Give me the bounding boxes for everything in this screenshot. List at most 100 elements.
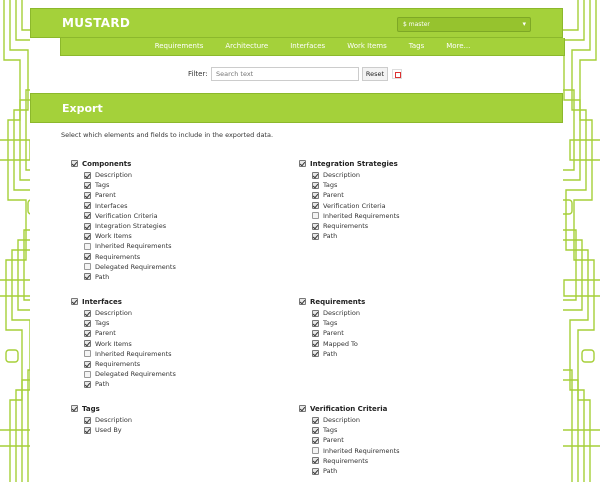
field-checkbox-verification-criteria[interactable]	[84, 212, 91, 220]
field-checkbox-tags[interactable]	[312, 426, 319, 434]
field-checkbox-description[interactable]	[84, 309, 91, 317]
field-row: Verification Criteria	[312, 201, 400, 211]
field-label: Path	[95, 272, 110, 281]
nav-architecture[interactable]: Architecture	[214, 38, 279, 55]
field-checkbox-path[interactable]	[84, 273, 91, 281]
group-header: Tags	[71, 403, 132, 414]
field-label: Verification Criteria	[323, 201, 386, 210]
field-checkbox-inherited-requirements[interactable]	[312, 447, 319, 455]
field-row: Used By	[84, 425, 132, 435]
field-row: Parent	[312, 190, 400, 200]
chevron-down-icon: ▾	[522, 20, 526, 28]
branch-select[interactable]: $ master ▾	[397, 17, 531, 32]
reset-button[interactable]: Reset	[362, 67, 388, 81]
field-row: Path	[84, 272, 176, 282]
field-row: Path	[312, 231, 400, 241]
group-checkbox-tags[interactable]	[71, 405, 78, 412]
field-checkbox-inherited-requirements[interactable]	[84, 242, 91, 250]
nav-interfaces[interactable]: Interfaces	[279, 38, 336, 55]
field-label: Description	[95, 309, 133, 318]
group-header: Components	[71, 158, 176, 169]
field-label: Description	[95, 171, 133, 180]
field-row: Requirements	[84, 359, 176, 369]
export-header: Export	[30, 93, 563, 123]
field-row: Inherited Requirements	[84, 241, 176, 251]
clear-filter-icon[interactable]	[392, 69, 402, 79]
field-row: Tags	[84, 180, 176, 190]
field-checkbox-description[interactable]	[312, 416, 319, 424]
export-group-interfaces: Interfaces Description Tags Parent Work Item…	[71, 296, 176, 390]
field-checkbox-tags[interactable]	[84, 319, 91, 327]
field-label: Inherited Requirements	[323, 211, 400, 220]
field-checkbox-description[interactable]	[84, 416, 91, 424]
group-checkbox-interfaces[interactable]	[71, 298, 78, 305]
field-checkbox-parent[interactable]	[312, 191, 319, 199]
field-row: Requirements	[312, 221, 400, 231]
field-checkbox-parent[interactable]	[312, 436, 319, 444]
field-row: Requirements	[84, 252, 176, 262]
field-checkbox-delegated-requirements[interactable]	[84, 263, 91, 271]
field-checkbox-description[interactable]	[312, 309, 319, 317]
field-checkbox-interfaces[interactable]	[84, 202, 91, 210]
field-checkbox-description[interactable]	[84, 171, 91, 179]
field-label: Verification Criteria	[95, 211, 158, 220]
field-row: Description	[312, 170, 400, 180]
field-checkbox-parent[interactable]	[312, 329, 319, 337]
field-row: Work Items	[84, 339, 176, 349]
group-checkbox-integration-strategies[interactable]	[299, 160, 306, 167]
field-checkbox-used-by[interactable]	[84, 426, 91, 434]
field-checkbox-delegated-requirements[interactable]	[84, 370, 91, 378]
field-label: Mapped To	[323, 339, 358, 348]
nav-work-items[interactable]: Work Items	[336, 38, 398, 55]
field-checkbox-requirements[interactable]	[312, 222, 319, 230]
field-label: Tags	[95, 319, 110, 328]
field-label: Tags	[323, 181, 338, 190]
field-label: Work Items	[95, 339, 132, 348]
field-label: Parent	[323, 329, 344, 338]
field-label: Parent	[95, 191, 116, 200]
field-checkbox-path[interactable]	[312, 350, 319, 358]
field-checkbox-parent[interactable]	[84, 191, 91, 199]
field-checkbox-path[interactable]	[312, 232, 319, 240]
field-label: Description	[323, 171, 361, 180]
field-checkbox-parent[interactable]	[84, 329, 91, 337]
field-label: Path	[95, 380, 110, 389]
field-checkbox-requirements[interactable]	[312, 457, 319, 465]
field-checkbox-mapped-to[interactable]	[312, 340, 319, 348]
field-checkbox-description[interactable]	[312, 171, 319, 179]
field-checkbox-work-items[interactable]	[84, 340, 91, 348]
field-checkbox-inherited-requirements[interactable]	[84, 350, 91, 358]
export-group-verification-criteria: Verification Criteria Description Tags Pare…	[299, 403, 400, 476]
field-checkbox-tags[interactable]	[84, 181, 91, 189]
field-row: Work Items	[84, 231, 176, 241]
field-checkbox-path[interactable]	[84, 380, 91, 388]
field-checkbox-requirements[interactable]	[84, 360, 91, 368]
field-row: Parent	[84, 190, 176, 200]
field-checkbox-path[interactable]	[312, 467, 319, 475]
field-label: Used By	[95, 426, 122, 435]
filter-search-input[interactable]	[211, 67, 359, 81]
field-checkbox-tags[interactable]	[312, 319, 319, 327]
field-checkbox-tags[interactable]	[312, 181, 319, 189]
nav-more[interactable]: More...	[435, 38, 481, 55]
field-label: Tags	[95, 181, 110, 190]
app-logo[interactable]: MUSTARD	[62, 16, 130, 30]
field-label: Parent	[323, 191, 344, 200]
group-checkbox-components[interactable]	[71, 160, 78, 167]
field-checkbox-inherited-requirements[interactable]	[312, 212, 319, 220]
field-checkbox-requirements[interactable]	[84, 253, 91, 261]
group-checkbox-verification-criteria[interactable]	[299, 405, 306, 412]
field-checkbox-integration-strategies[interactable]	[84, 222, 91, 230]
group-checkbox-requirements[interactable]	[299, 298, 306, 305]
field-checkbox-verification-criteria[interactable]	[312, 202, 319, 210]
field-row: Parent	[312, 435, 400, 445]
field-label: Inherited Requirements	[95, 349, 172, 358]
nav-requirements[interactable]: Requirements	[144, 38, 215, 55]
group-label: Interfaces	[82, 297, 122, 306]
nav-tags[interactable]: Tags	[398, 38, 436, 55]
field-label: Delegated Requirements	[95, 370, 176, 379]
field-row: Inherited Requirements	[84, 349, 176, 359]
field-label: Integration Strategies	[95, 222, 167, 231]
field-label: Requirements	[95, 360, 141, 369]
field-checkbox-work-items[interactable]	[84, 232, 91, 240]
